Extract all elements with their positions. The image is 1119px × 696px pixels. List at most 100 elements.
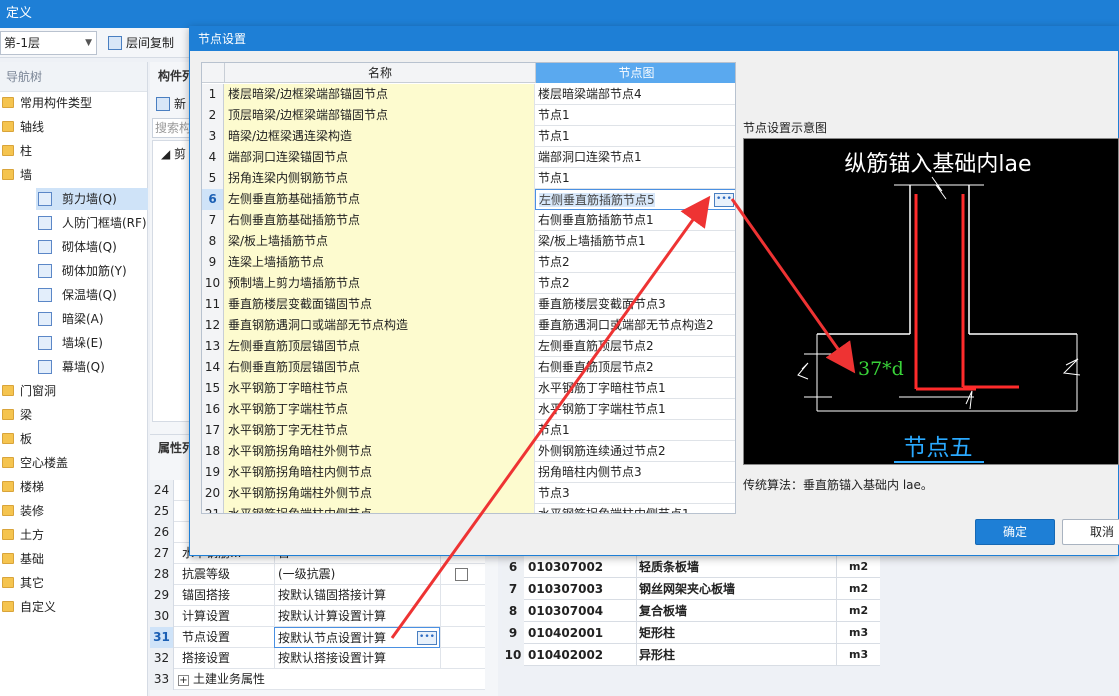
property-value[interactable]: 按默认计算设置计算	[274, 606, 440, 627]
property-row[interactable]: 29 锚固搭接 按默认锚固搭接计算	[150, 585, 485, 606]
property-row[interactable]: 31 节点设置 按默认节点设置计算 •••	[150, 627, 485, 648]
nav-wall-item[interactable]: 剪力墙(Q)	[36, 188, 148, 210]
node-figure-cell[interactable]: 节点1	[535, 105, 735, 126]
node-row[interactable]: 21 水平钢筋拐角端柱内侧节点 水平钢筋拐角端柱内侧节点1	[202, 504, 735, 513]
node-figure-cell[interactable]: 水平钢筋丁字端柱节点1	[535, 399, 735, 420]
node-figure-cell[interactable]: 节点1	[535, 168, 735, 189]
property-value[interactable]: (一级抗震)	[274, 564, 440, 585]
checkbox[interactable]	[455, 568, 468, 581]
property-row[interactable]: 32 搭接设置 按默认搭接设置计算	[150, 648, 485, 669]
property-extra	[440, 585, 485, 606]
nav-group[interactable]: 基础	[0, 548, 148, 570]
nav-group[interactable]: 梁	[0, 404, 148, 426]
more-icon[interactable]: •••	[417, 631, 437, 645]
table-row[interactable]: 6 010307002 轻质条板墙 m2	[502, 556, 880, 578]
nav-wall-item[interactable]: 墙垛(E)	[36, 332, 148, 354]
node-figure-cell[interactable]: 节点1	[535, 420, 735, 441]
folder-icon	[2, 145, 14, 156]
node-figure-cell[interactable]: 左侧垂直筋插筋节点5 •••	[535, 189, 735, 210]
nav-group[interactable]: 轴线	[0, 116, 148, 138]
node-figure-cell[interactable]: 楼层暗梁端部节点4	[535, 84, 735, 105]
node-figure-cell[interactable]: 拐角暗柱内侧节点3	[535, 462, 735, 483]
node-row[interactable]: 17 水平钢筋丁字无柱节点 节点1	[202, 420, 735, 441]
table-row[interactable]: 8 010307004 复合板墙 m2	[502, 600, 880, 622]
table-row[interactable]: 10 010402002 异形柱 m3	[502, 644, 880, 666]
nav-group[interactable]: 板	[0, 428, 148, 450]
nav-group[interactable]: 装修	[0, 500, 148, 522]
property-value[interactable]: 按默认锚固搭接计算	[274, 585, 440, 606]
node-row[interactable]: 1 楼层暗梁/边框梁端部锚固节点 楼层暗梁端部节点4	[202, 84, 735, 105]
node-figure-cell[interactable]: 水平钢筋拐角端柱内侧节点1	[535, 504, 735, 513]
nav-group[interactable]: 墙	[0, 164, 148, 186]
nav-wall-item[interactable]: 幕墙(Q)	[36, 356, 148, 378]
floor-select[interactable]: 第-1层 ▼	[0, 31, 97, 55]
node-figure-cell[interactable]: 垂直筋遇洞口或端部无节点构造2	[535, 315, 735, 336]
node-figure-cell[interactable]: 端部洞口连梁节点1	[535, 147, 735, 168]
node-figure-cell[interactable]: 节点2	[535, 273, 735, 294]
nav-group[interactable]: 自定义	[0, 596, 148, 618]
node-row[interactable]: 2 顶层暗梁/边框梁端部锚固节点 节点1	[202, 105, 735, 126]
column-header-figure[interactable]: 节点图	[535, 63, 735, 83]
nav-wall-item[interactable]: 砌体墙(Q)	[36, 236, 148, 258]
node-figure-cell[interactable]: 左侧垂直筋顶层节点2	[535, 336, 735, 357]
node-figure-cell[interactable]: 节点1	[535, 126, 735, 147]
folder-icon	[2, 409, 14, 420]
list-code: 010402001	[528, 626, 604, 640]
node-row[interactable]: 18 水平钢筋拐角暗柱外侧节点 外侧钢筋连续通过节点2	[202, 441, 735, 462]
node-figure-cell[interactable]: 右侧垂直筋顶层节点2	[535, 357, 735, 378]
row-number: 20	[202, 483, 224, 504]
node-row[interactable]: 3 暗梁/边框梁遇连梁构造 节点1	[202, 126, 735, 147]
node-figure-cell[interactable]: 外侧钢筋连续通过节点2	[535, 441, 735, 462]
node-figure-cell[interactable]: 节点2	[535, 252, 735, 273]
property-row[interactable]: 30 计算设置 按默认计算设置计算	[150, 606, 485, 627]
nav-wall-item[interactable]: 砌体加筋(Y)	[36, 260, 148, 282]
node-row[interactable]: 9 连梁上墙插筋节点 节点2	[202, 252, 735, 273]
node-row[interactable]: 13 左侧垂直筋顶层锚固节点 左侧垂直筋顶层节点2	[202, 336, 735, 357]
node-figure-cell[interactable]: 节点3	[535, 483, 735, 504]
node-row[interactable]: 10 预制墙上剪力墙插筋节点 节点2	[202, 273, 735, 294]
column-header-name[interactable]: 名称	[224, 63, 535, 83]
node-figure-cell[interactable]: 梁/板上墙插筋节点1	[535, 231, 735, 252]
node-figure-cell[interactable]: 垂直筋楼层变截面节点3	[535, 294, 735, 315]
nav-group[interactable]: 门窗洞	[0, 380, 148, 402]
nav-group[interactable]: 空心楼盖	[0, 452, 148, 474]
nav-group[interactable]: 其它	[0, 572, 148, 594]
node-row[interactable]: 15 水平钢筋丁字暗柱节点 水平钢筋丁字暗柱节点1	[202, 378, 735, 399]
nav-wall-item[interactable]: 保温墙(Q)	[36, 284, 148, 306]
nav-wall-item[interactable]: 暗梁(A)	[36, 308, 148, 330]
node-figure-cell[interactable]: 水平钢筋丁字暗柱节点1	[535, 378, 735, 399]
node-row[interactable]: 11 垂直筋楼层变截面锚固节点 垂直筋楼层变截面节点3	[202, 294, 735, 315]
node-row[interactable]: 8 梁/板上墙插筋节点 梁/板上墙插筋节点1	[202, 231, 735, 252]
more-icon[interactable]: •••	[714, 193, 734, 207]
node-figure-cell[interactable]: 右侧垂直筋插筋节点1	[535, 210, 735, 231]
node-row[interactable]: 12 垂直钢筋遇洞口或端部无节点构造 垂直筋遇洞口或端部无节点构造2	[202, 315, 735, 336]
property-value[interactable]: 按默认节点设置计算 •••	[274, 627, 440, 648]
node-row[interactable]: 14 右侧垂直筋顶层锚固节点 右侧垂直筋顶层节点2	[202, 357, 735, 378]
node-row[interactable]: 19 水平钢筋拐角暗柱内侧节点 拐角暗柱内侧节点3	[202, 462, 735, 483]
row-number: 10	[502, 644, 524, 666]
tree-node[interactable]: ◢ 剪	[161, 145, 186, 162]
property-row[interactable]: 33 + 土建业务属性	[150, 669, 485, 690]
property-value[interactable]: 按默认搭接设置计算	[274, 648, 440, 669]
nav-group[interactable]: 柱	[0, 140, 148, 162]
nav-group[interactable]: 常用构件类型	[0, 92, 148, 114]
nav-wall-item[interactable]: 人防门框墙(RF)	[36, 212, 148, 234]
table-row[interactable]: 7 010307003 钢丝网架夹心板墙 m2	[502, 578, 880, 600]
expand-icon[interactable]: +	[178, 675, 189, 686]
node-row[interactable]: 5 拐角连梁内侧钢筋节点 节点1	[202, 168, 735, 189]
ok-button[interactable]: 确定	[975, 519, 1055, 545]
nav-group[interactable]: 楼梯	[0, 476, 148, 498]
property-group[interactable]: + 土建业务属性	[176, 669, 376, 690]
cancel-button[interactable]: 取消	[1062, 519, 1119, 545]
nav-group[interactable]: 土方	[0, 524, 148, 546]
node-row[interactable]: 7 右侧垂直筋基础插筋节点 右侧垂直筋插筋节点1	[202, 210, 735, 231]
node-row[interactable]: 6 左侧垂直筋基础插筋节点 左侧垂直筋插筋节点5 •••	[202, 189, 735, 210]
row-number: 6	[502, 556, 524, 578]
layer-copy-button[interactable]: 层间复制	[108, 31, 174, 55]
node-row[interactable]: 4 端部洞口连梁锚固节点 端部洞口连梁节点1	[202, 147, 735, 168]
node-row[interactable]: 20 水平钢筋拐角端柱外侧节点 节点3	[202, 483, 735, 504]
table-row[interactable]: 9 010402001 矩形柱 m3	[502, 622, 880, 644]
new-component-button[interactable]: 新	[156, 94, 186, 114]
node-row[interactable]: 16 水平钢筋丁字端柱节点 水平钢筋丁字端柱节点1	[202, 399, 735, 420]
property-row[interactable]: 28 抗震等级 (一级抗震)	[150, 564, 485, 585]
